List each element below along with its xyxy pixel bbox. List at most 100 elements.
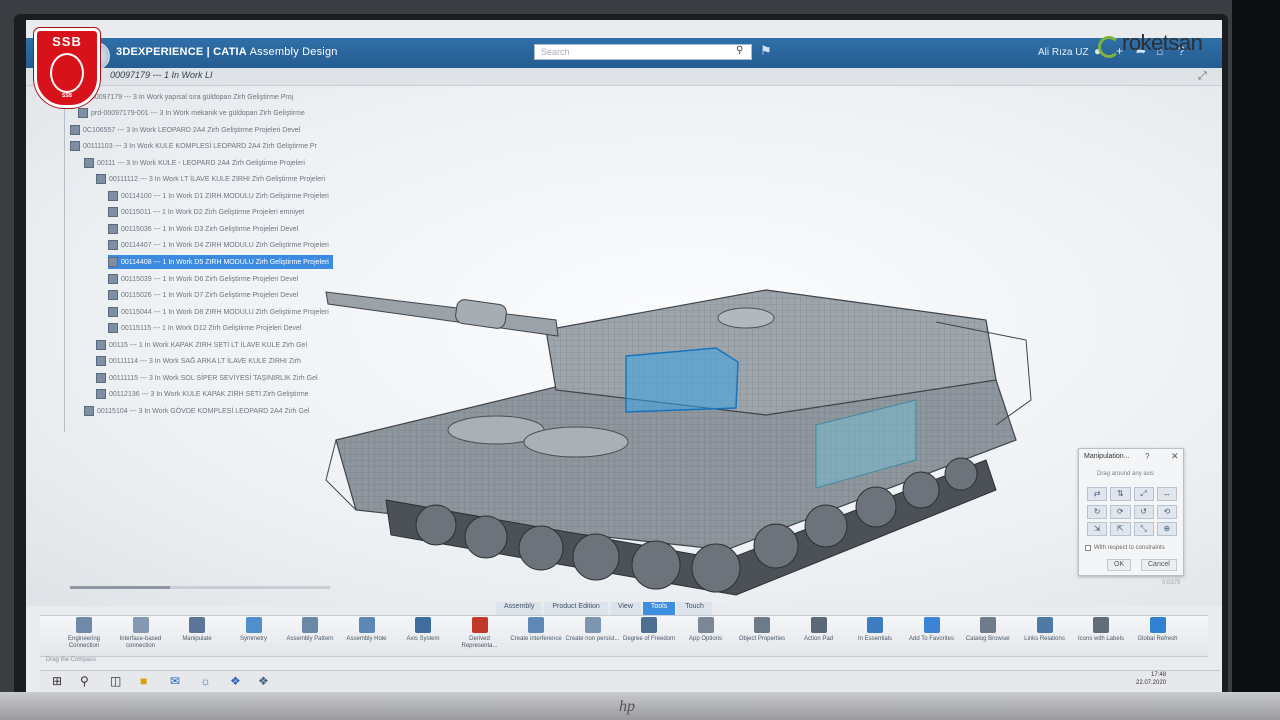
product-icon [78,108,88,118]
tree-row[interactable]: 00097179 --- 3 In Work yapısal sıra güld… [78,90,293,104]
section-tab-product-edition[interactable]: Product Edition [544,602,608,615]
command-assembly-hole[interactable]: Assembly Hole [339,617,395,643]
command-label: Action Pad [803,636,834,642]
command-icons-with-labels[interactable]: Icons with Labels [1073,617,1129,643]
command-icon [810,617,827,633]
command-global-refresh[interactable]: Global Refresh [1130,617,1186,643]
product-icon [96,356,106,366]
tree-row[interactable]: 00112136 --- 3 In Work KULE KAPAK ZIRH S… [96,387,309,401]
file-explorer-icon[interactable]: ■ [140,674,147,688]
ssb-emblem-icon [50,53,84,93]
rotate-x-icon[interactable]: ↻ [1087,504,1108,519]
section-tab-tools[interactable]: Tools [642,602,676,615]
command-links-relations[interactable]: Links Relations [1017,617,1073,643]
command-engineering-connection[interactable]: Engineering Connection [56,617,112,650]
product-icon [96,340,106,350]
command-label: Symmetry [240,636,267,642]
search-input[interactable]: Search [534,44,752,60]
search-taskbar-icon[interactable]: ⚲ [80,674,89,688]
tank-3d-model[interactable] [296,250,1056,610]
constraints-checkbox[interactable]: With respect to constraints [1085,545,1165,551]
command-icon [471,617,488,633]
command-app-options[interactable]: App Options [678,617,734,643]
manipulation-options: ⇄ ⇅ ⤢ ↔ ↻ ⟳ ↺ ⟲ ⇲ ⇱ ⤡ ⊕ [1087,487,1177,537]
command-label: Engineering Connection [67,636,101,649]
command-add-to-favorites[interactable]: Add To Favorites [904,617,960,643]
command-action-pad[interactable]: Action Pad [791,617,847,643]
tree-row-label: 00115036 --- 1 In Work D3 Zirh Geliştirm… [121,225,299,233]
viewport-expand-icon[interactable]: ⤢ [1198,70,1207,83]
cancel-button[interactable]: Cancel [1141,559,1177,571]
product-icon [96,373,106,383]
tree-row-label: 00111103 --- 3 In Work KULE KOMPLESİ LEO… [83,142,317,150]
checkbox-box[interactable] [1085,545,1091,551]
translate-any-icon[interactable]: ↔ [1156,487,1177,501]
translate-x-icon[interactable]: ⇄ [1087,487,1108,501]
tree-row[interactable]: 00115104 --- 3 In Work GÖVDE KOMPLESİ LE… [84,404,309,418]
command-icon [358,617,375,633]
plane-yz-icon[interactable]: ⇱ [1110,522,1131,537]
tree-scrollbar[interactable] [70,586,330,589]
section-tab-touch[interactable]: Touch [677,602,712,615]
command-create-non-persist[interactable]: Create non persist... [565,617,621,643]
edge-icon[interactable]: ☼ [200,674,211,688]
command-degree-of-freedom[interactable]: Degree of Freedom [621,617,677,643]
section-tab-assembly[interactable]: Assembly [496,602,543,615]
tree-row[interactable]: 00115036 --- 1 In Work D3 Zirh Geliştirm… [108,222,298,236]
command-derived-representa[interactable]: Derived Representa... [452,617,508,650]
tree-row[interactable]: 00115039 --- 1 In Work D6 Zirh Geliştirm… [108,272,298,286]
dialog-close-icon[interactable]: ✕ [1171,451,1179,462]
tree-row[interactable]: 00115011 --- 1 In Work D2 Zirh Geliştirm… [108,205,304,219]
tree-row[interactable]: 00111112 --- 3 In Work LT İLAVE KULE ZIR… [96,172,325,186]
dialog-help-icon[interactable]: ? [1145,452,1149,461]
tree-row[interactable]: 00111115 --- 3 In Work SOL SİPER SEVİYES… [96,371,318,385]
catia-taskbar-icon[interactable]: ❖ [230,674,241,688]
dialog-hint: Drag around any axis [1097,471,1155,477]
rotate-z-icon[interactable]: ↺ [1133,504,1154,519]
command-label: In Essentials [857,636,893,642]
translate-z-icon[interactable]: ⤢ [1133,487,1154,501]
commander-hatch [717,307,775,329]
tree-row[interactable]: 00111114 --- 3 In Work SAĞ ARKA LT İLAVE… [96,354,301,368]
tree-row[interactable]: 00115 --- 1 In Work KAPAK ZIRH SETİ LT İ… [96,338,307,352]
command-interface-based-connection[interactable]: Interface-based connection [113,617,169,650]
task-view-icon[interactable]: ◫ [110,674,121,688]
command-object-properties[interactable]: Object Properties [734,617,790,643]
command-assembly-pattern[interactable]: Assembly Pattern [282,617,338,643]
command-catalog-browser[interactable]: Catalog Browser [960,617,1016,643]
search-icon[interactable]: ⚲ [736,45,743,56]
tree-row[interactable]: 0C106557 --- 3 In Work LEOPARD 2A4 Zirh … [70,123,300,137]
document-tab[interactable]: 00097179 --- 1 In Work LI [110,70,213,80]
user-name[interactable]: Ali Rıza UZ [1038,47,1089,58]
command-manipulate[interactable]: Manipulate [169,617,225,643]
tree-row[interactable]: 00114100 --- 1 In Work D1 ZIRH MODULU Zi… [108,189,329,203]
command-create-interference[interactable]: Create interference [508,617,564,643]
plane-any-icon[interactable]: ⊕ [1156,522,1177,537]
part-icon [108,191,118,201]
rotate-any-icon[interactable]: ⟲ [1156,504,1177,519]
command-axis-system[interactable]: Axis System [395,617,451,643]
outlook-icon[interactable]: ✉ [170,674,180,688]
translate-y-icon[interactable]: ⇅ [1110,487,1131,501]
manipulation-dialog[interactable]: Manipulation... ? ✕ Drag around any axis… [1078,448,1184,576]
tree-row[interactable]: 00111 --- 3 In Work KULE - LEOPARD 2A4 Z… [84,156,305,170]
tree-row[interactable]: 00111103 --- 3 In Work KULE KOMPLESİ LEO… [70,139,317,153]
command-label: Derived Representa... [461,636,498,649]
tree-row[interactable]: 00115115 --- 1 In Work D12 Zirh Geliştir… [108,321,302,335]
tag-icon[interactable]: ⚑ [760,43,772,59]
plane-xy-icon[interactable]: ⇲ [1087,522,1108,537]
tree-row[interactable]: prd-00097179-001 --- 3 In Work mekanik v… [78,106,305,120]
plane-xz-icon[interactable]: ⤡ [1133,522,1154,537]
command-symmetry[interactable]: Symmetry [226,617,282,643]
rotate-y-icon[interactable]: ⟳ [1110,504,1131,519]
command-label: Create interference [510,636,562,642]
scrollbar-thumb[interactable] [70,586,170,589]
windows-start-icon[interactable]: ⊞ [52,674,62,688]
ok-button[interactable]: OK [1107,559,1132,571]
selected-armor-module[interactable] [625,347,739,413]
tree-row[interactable]: 00115026 --- 1 In Work D7 Zirh Geliştirm… [108,288,298,302]
section-tab-view[interactable]: View [609,602,641,615]
command-in-essentials[interactable]: In Essentials [847,617,903,643]
command-icon [189,617,205,633]
3dexperience-taskbar-icon[interactable]: ❖ [258,674,269,688]
